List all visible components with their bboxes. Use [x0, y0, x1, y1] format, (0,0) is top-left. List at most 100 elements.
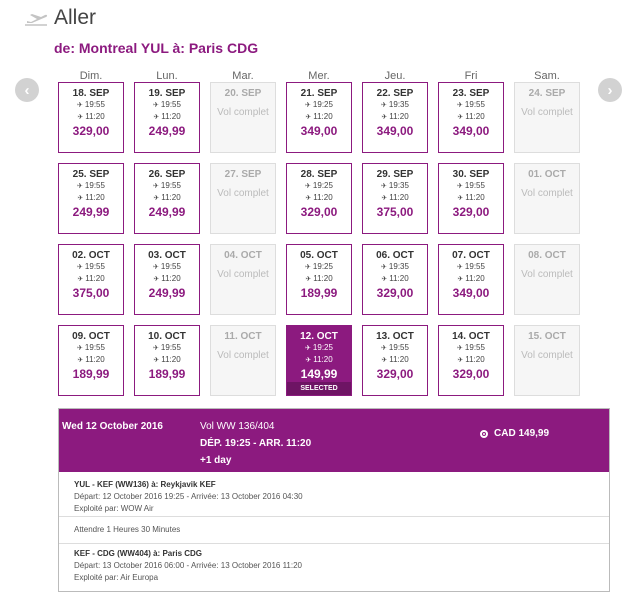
sold-out-label: Vol complet	[217, 269, 269, 280]
sold-out-label: Vol complet	[217, 107, 269, 118]
calendar-day[interactable]: 29. SEP ✈ 19:35 ✈ 11:20 375,00	[362, 163, 428, 234]
day-date: 15. OCT	[528, 331, 566, 342]
calendar-day[interactable]: 19. SEP ✈ 19:55 ✈ 11:20 249,99	[134, 82, 200, 153]
day-date: 23. SEP	[452, 88, 490, 99]
calendar-day[interactable]: 05. OCT ✈ 19:25 ✈ 11:20 189,99	[286, 244, 352, 315]
arrival-time: ✈ 11:20	[59, 192, 123, 204]
segment-1-route: YUL - KEF (WW136) à: Reykjavik KEF	[74, 480, 216, 489]
calendar-day[interactable]: 07. OCT ✈ 19:55 ✈ 11:20 349,00	[438, 244, 504, 315]
departure-time-value: 19:55	[160, 343, 181, 352]
arrival-time: ✈ 11:20	[59, 111, 123, 123]
takeoff-icon: ✈	[77, 102, 83, 109]
calendar-day[interactable]: 23. SEP ✈ 19:55 ✈ 11:20 349,00	[438, 82, 504, 153]
calendar-day[interactable]: 09. OCT ✈ 19:55 ✈ 11:20 189,99	[58, 325, 124, 396]
landing-icon: ✈	[457, 195, 464, 202]
takeoff-icon: ✈	[457, 102, 463, 109]
day-price: 249,99	[72, 205, 110, 219]
landing-icon: ✈	[305, 114, 312, 121]
calendar-day[interactable]: 06. OCT ✈ 19:35 ✈ 11:20 329,00	[362, 244, 428, 315]
prev-week-button[interactable]: ‹	[15, 78, 39, 102]
calendar-day-full: 04. OCT Vol complet	[210, 244, 276, 315]
arrival-time-value: 11:20	[85, 355, 105, 364]
day-date: 19. SEP	[148, 88, 186, 99]
day-price: 329,00	[452, 205, 490, 219]
takeoff-icon: ✈	[381, 183, 387, 190]
arrival-time: ✈ 11:20	[135, 273, 199, 285]
landing-icon: ✈	[457, 276, 464, 283]
day-header: Dim.	[79, 70, 103, 82]
next-week-button[interactable]: ›	[598, 78, 622, 102]
takeoff-icon: ✈	[305, 264, 311, 271]
departure-time: ✈ 19:55	[135, 180, 199, 192]
calendar-day-full: 20. SEP Vol complet	[210, 82, 276, 153]
takeoff-icon: ✈	[153, 183, 159, 190]
landing-icon: ✈	[77, 357, 84, 364]
segment-2-route: KEF - CDG (WW404) à: Paris CDG	[74, 549, 203, 558]
arrival-time: ✈ 11:20	[363, 273, 427, 285]
calendar-day[interactable]: 18. SEP ✈ 19:55 ✈ 11:20 329,00	[58, 82, 124, 153]
departure-time-value: 19:25	[312, 262, 333, 271]
day-date: 12. OCT	[300, 331, 338, 342]
arrival-time-value: 11:20	[389, 274, 409, 283]
landing-icon: ✈	[77, 276, 84, 283]
fare-radio[interactable]	[480, 430, 488, 438]
day-date: 27. SEP	[224, 169, 262, 180]
day-date: 28. SEP	[300, 169, 338, 180]
departure-time: ✈ 19:25	[287, 99, 351, 111]
departure-time-value: 19:55	[160, 181, 181, 190]
arrival-time: ✈ 11:20	[287, 354, 351, 366]
calendar-day[interactable]: 21. SEP ✈ 19:25 ✈ 11:20 349,00	[286, 82, 352, 153]
arrival-time: ✈ 11:20	[439, 354, 503, 366]
day-price: 375,00	[72, 286, 110, 300]
departure-time: ✈ 19:55	[439, 180, 503, 192]
calendar-day-full: 08. OCT Vol complet	[514, 244, 580, 315]
layover-label: Attendre 1 Heures 30 Minutes	[74, 525, 181, 534]
page-title: Aller	[54, 6, 97, 29]
departure-time: ✈ 19:55	[59, 180, 123, 192]
segment-2-times: Départ: 13 October 2016 06:00 - Arrivée:…	[74, 561, 302, 570]
sold-out-label: Vol complet	[521, 269, 573, 280]
landing-icon: ✈	[381, 276, 388, 283]
departure-time-value: 19:55	[464, 100, 485, 109]
takeoff-icon: ✈	[305, 345, 311, 352]
departure-time: ✈ 19:55	[439, 342, 503, 354]
calendar-day-selected[interactable]: 12. OCT ✈ 19:25 ✈ 11:20 149,99 SELECTED	[286, 325, 352, 396]
calendar-day[interactable]: 22. SEP ✈ 19:35 ✈ 11:20 349,00	[362, 82, 428, 153]
calendar-day[interactable]: 30. SEP ✈ 19:55 ✈ 11:20 329,00	[438, 163, 504, 234]
arrival-time-value: 11:20	[313, 355, 333, 364]
day-date: 30. SEP	[452, 169, 490, 180]
sold-out-label: Vol complet	[521, 188, 573, 199]
landing-icon: ✈	[457, 357, 464, 364]
day-date: 02. OCT	[72, 250, 110, 261]
calendar-day[interactable]: 25. SEP ✈ 19:55 ✈ 11:20 249,99	[58, 163, 124, 234]
calendar-day[interactable]: 03. OCT ✈ 19:55 ✈ 11:20 249,99	[134, 244, 200, 315]
landing-icon: ✈	[457, 114, 464, 121]
calendar-day[interactable]: 02. OCT ✈ 19:55 ✈ 11:20 375,00	[58, 244, 124, 315]
arrival-time-value: 11:20	[313, 274, 333, 283]
day-date: 21. SEP	[300, 88, 338, 99]
arrival-time: ✈ 11:20	[135, 192, 199, 204]
landing-icon: ✈	[381, 357, 388, 364]
departure-time: ✈ 19:35	[363, 180, 427, 192]
calendar-day[interactable]: 10. OCT ✈ 19:55 ✈ 11:20 189,99	[134, 325, 200, 396]
segment-1-times: Départ: 12 October 2016 19:25 - Arrivée:…	[74, 492, 303, 501]
day-price: 189,99	[300, 286, 338, 300]
calendar-day[interactable]: 13. OCT ✈ 19:55 ✈ 11:20 329,00	[362, 325, 428, 396]
day-date: 14. OCT	[452, 331, 490, 342]
day-price: 329,00	[376, 286, 414, 300]
landing-icon: ✈	[153, 357, 160, 364]
divider	[59, 516, 609, 517]
day-price: 349,00	[452, 286, 490, 300]
calendar-day[interactable]: 14. OCT ✈ 19:55 ✈ 11:20 329,00	[438, 325, 504, 396]
calendar-day-full: 15. OCT Vol complet	[514, 325, 580, 396]
departure-time-value: 19:55	[464, 343, 485, 352]
day-price: 329,00	[300, 205, 338, 219]
landing-icon: ✈	[305, 276, 312, 283]
calendar-day[interactable]: 28. SEP ✈ 19:25 ✈ 11:20 329,00	[286, 163, 352, 234]
departure-time-value: 19:55	[84, 181, 105, 190]
day-price: 329,00	[452, 367, 490, 381]
arrival-time: ✈ 11:20	[287, 111, 351, 123]
arrival-time-value: 11:20	[313, 193, 333, 202]
calendar-day[interactable]: 26. SEP ✈ 19:55 ✈ 11:20 249,99	[134, 163, 200, 234]
departure-time-value: 19:35	[388, 100, 409, 109]
